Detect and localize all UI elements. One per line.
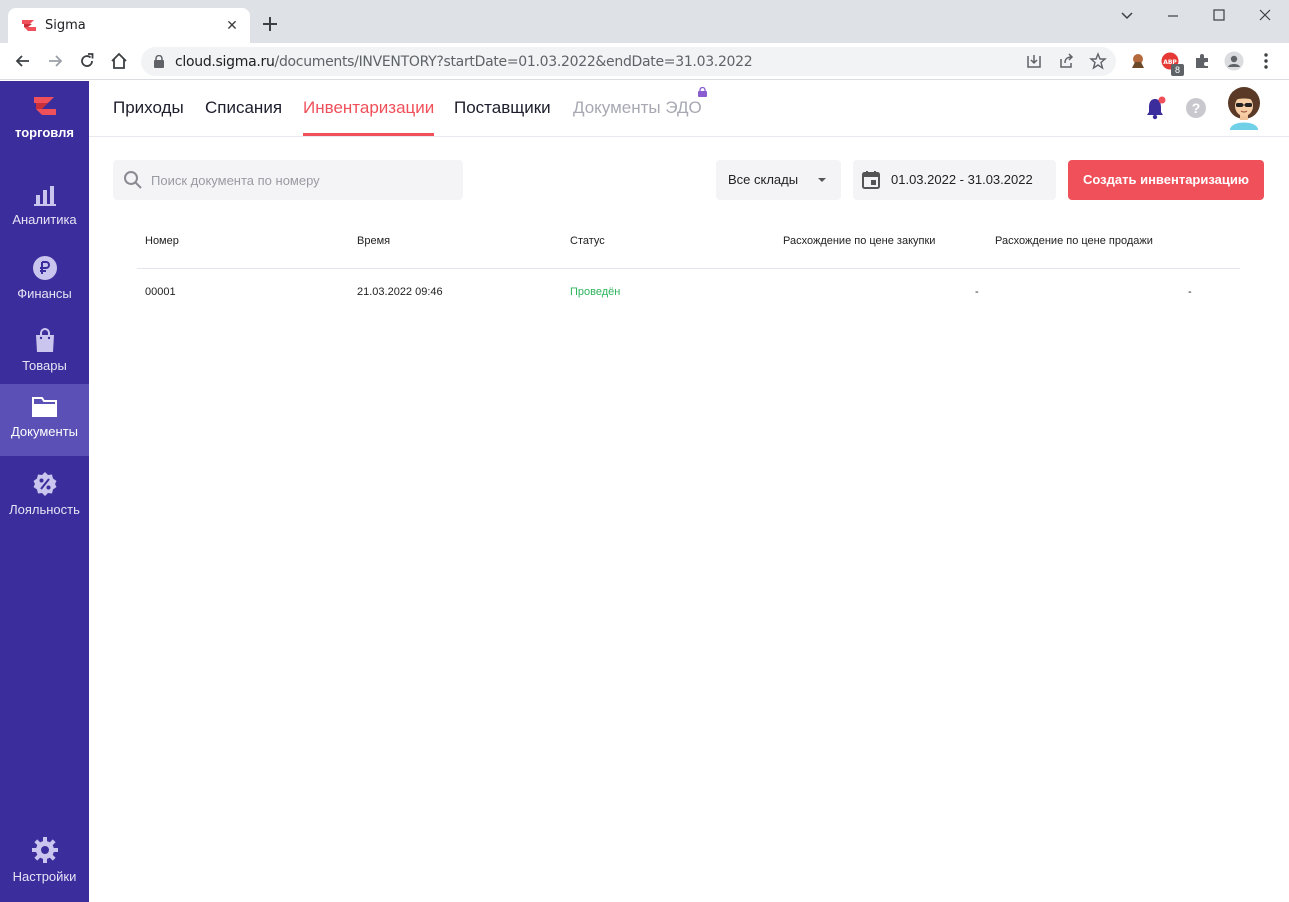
brand-label: торговля xyxy=(15,125,74,140)
shopping-bag-icon xyxy=(35,328,54,352)
sidebar-item-label: Товары xyxy=(22,358,67,373)
menu-dots-icon[interactable] xyxy=(1256,51,1276,71)
bar-chart-icon xyxy=(33,186,56,206)
brand-logo[interactable]: торговля xyxy=(0,95,89,140)
sidebar-item-label: Документы xyxy=(10,424,78,439)
browser-tab[interactable]: Sigma ✕ xyxy=(8,8,250,43)
folder-icon xyxy=(31,397,57,417)
sidebar-item-loyalty[interactable]: Лояльность xyxy=(0,460,89,532)
column-header-time[interactable]: Время xyxy=(357,235,390,247)
cell-purchase-diff: - xyxy=(975,286,979,298)
top-navigation: Приходы Списания Инвентаризации Поставщи… xyxy=(89,81,1289,137)
date-range-value: 01.03.2022 - 31.03.2022 xyxy=(891,172,1033,187)
ruble-icon xyxy=(32,256,57,280)
adblock-count-badge: 8 xyxy=(1171,64,1184,76)
sidebar-item-analytics[interactable]: Аналитика xyxy=(0,172,89,244)
profile-icon[interactable] xyxy=(1224,51,1244,71)
create-inventory-button[interactable]: Создать инвентаризацию xyxy=(1068,160,1264,200)
table-row[interactable]: 00001 21.03.2022 09:46 Проведён - - xyxy=(137,269,1240,315)
column-header-status[interactable]: Статус xyxy=(570,235,605,247)
sidebar-item-documents[interactable]: Документы xyxy=(0,384,89,456)
chevron-down-icon xyxy=(818,178,826,182)
column-header-sale-diff[interactable]: Расхождение по цене продажи xyxy=(995,235,1153,247)
cell-time: 21.03.2022 09:46 xyxy=(357,286,443,298)
install-icon[interactable] xyxy=(1025,52,1043,70)
tab-search-icon[interactable] xyxy=(1116,6,1138,26)
url-host: cloud.sigma.ru xyxy=(175,54,275,70)
extension-icon[interactable] xyxy=(1128,51,1148,71)
maximize-icon[interactable] xyxy=(1208,6,1230,26)
home-icon[interactable] xyxy=(109,51,129,71)
address-bar[interactable]: cloud.sigma.ru/documents/INVENTORY?start… xyxy=(141,47,1116,76)
user-avatar[interactable] xyxy=(1225,86,1263,130)
tab-write-offs[interactable]: Списания xyxy=(205,98,282,136)
forward-icon[interactable] xyxy=(45,51,65,71)
lock-icon xyxy=(698,87,707,97)
close-window-icon[interactable] xyxy=(1254,6,1276,26)
tab-receipts[interactable]: Приходы xyxy=(113,98,184,136)
bookmark-star-icon[interactable] xyxy=(1089,52,1107,70)
url-path: /documents/INVENTORY?startDate=01.03.202… xyxy=(274,54,753,70)
tab-close-icon[interactable]: ✕ xyxy=(224,17,240,33)
browser-titlebar: Sigma ✕ xyxy=(0,0,1289,43)
extensions-puzzle-icon[interactable] xyxy=(1192,51,1212,71)
browser-toolbar: cloud.sigma.ru/documents/INVENTORY?start… xyxy=(0,43,1289,80)
sigma-favicon-icon xyxy=(22,20,36,31)
sidebar-item-label: Аналитика xyxy=(12,212,77,227)
notification-bell-icon[interactable] xyxy=(1144,96,1166,120)
help-icon[interactable]: ? xyxy=(1186,98,1206,118)
documents-table: Номер Время Статус Расхождение по цене з… xyxy=(137,220,1240,315)
tab-edo-documents[interactable]: Документы ЭДО xyxy=(573,98,702,136)
warehouse-select[interactable]: Все склады xyxy=(716,160,841,200)
search-field xyxy=(113,160,463,200)
warehouse-select-value: Все склады xyxy=(728,172,799,187)
lock-icon xyxy=(154,55,164,68)
sidebar-item-label: Настройки xyxy=(12,869,77,884)
search-input[interactable] xyxy=(151,160,451,200)
tab-inventories[interactable]: Инвентаризации xyxy=(303,98,435,136)
back-icon[interactable] xyxy=(13,51,33,71)
sidebar-item-label: Лояльность xyxy=(9,502,80,517)
sidebar-item-goods[interactable]: Товары xyxy=(0,316,89,388)
sigma-logo-icon xyxy=(33,97,56,115)
discount-badge-icon xyxy=(33,472,56,496)
app-sidebar: торговля Аналитика Финансы Товары Докуме… xyxy=(0,81,89,902)
reload-icon[interactable] xyxy=(77,51,97,71)
tab-suppliers[interactable]: Поставщики xyxy=(454,98,551,136)
sidebar-item-settings[interactable]: Настройки xyxy=(0,825,89,897)
share-icon[interactable] xyxy=(1057,52,1075,70)
sidebar-item-finance[interactable]: Финансы xyxy=(0,244,89,316)
minimize-icon[interactable] xyxy=(1162,6,1184,26)
search-icon xyxy=(124,171,142,189)
new-tab-icon[interactable] xyxy=(260,14,280,34)
calendar-icon xyxy=(862,171,880,189)
date-range-picker[interactable]: 01.03.2022 - 31.03.2022 xyxy=(853,160,1056,200)
gear-icon xyxy=(31,837,58,863)
url-text: cloud.sigma.ru/documents/INVENTORY?start… xyxy=(175,54,753,70)
sidebar-item-label: Финансы xyxy=(17,286,72,301)
tab-title: Sigma xyxy=(45,18,86,33)
cell-status: Проведён xyxy=(570,286,621,298)
table-header: Номер Время Статус Расхождение по цене з… xyxy=(137,220,1240,269)
column-header-purchase-diff[interactable]: Расхождение по цене закупки xyxy=(783,235,935,247)
cell-number: 00001 xyxy=(145,286,176,298)
column-header-number[interactable]: Номер xyxy=(145,235,179,247)
cell-sale-diff: - xyxy=(1188,286,1192,298)
